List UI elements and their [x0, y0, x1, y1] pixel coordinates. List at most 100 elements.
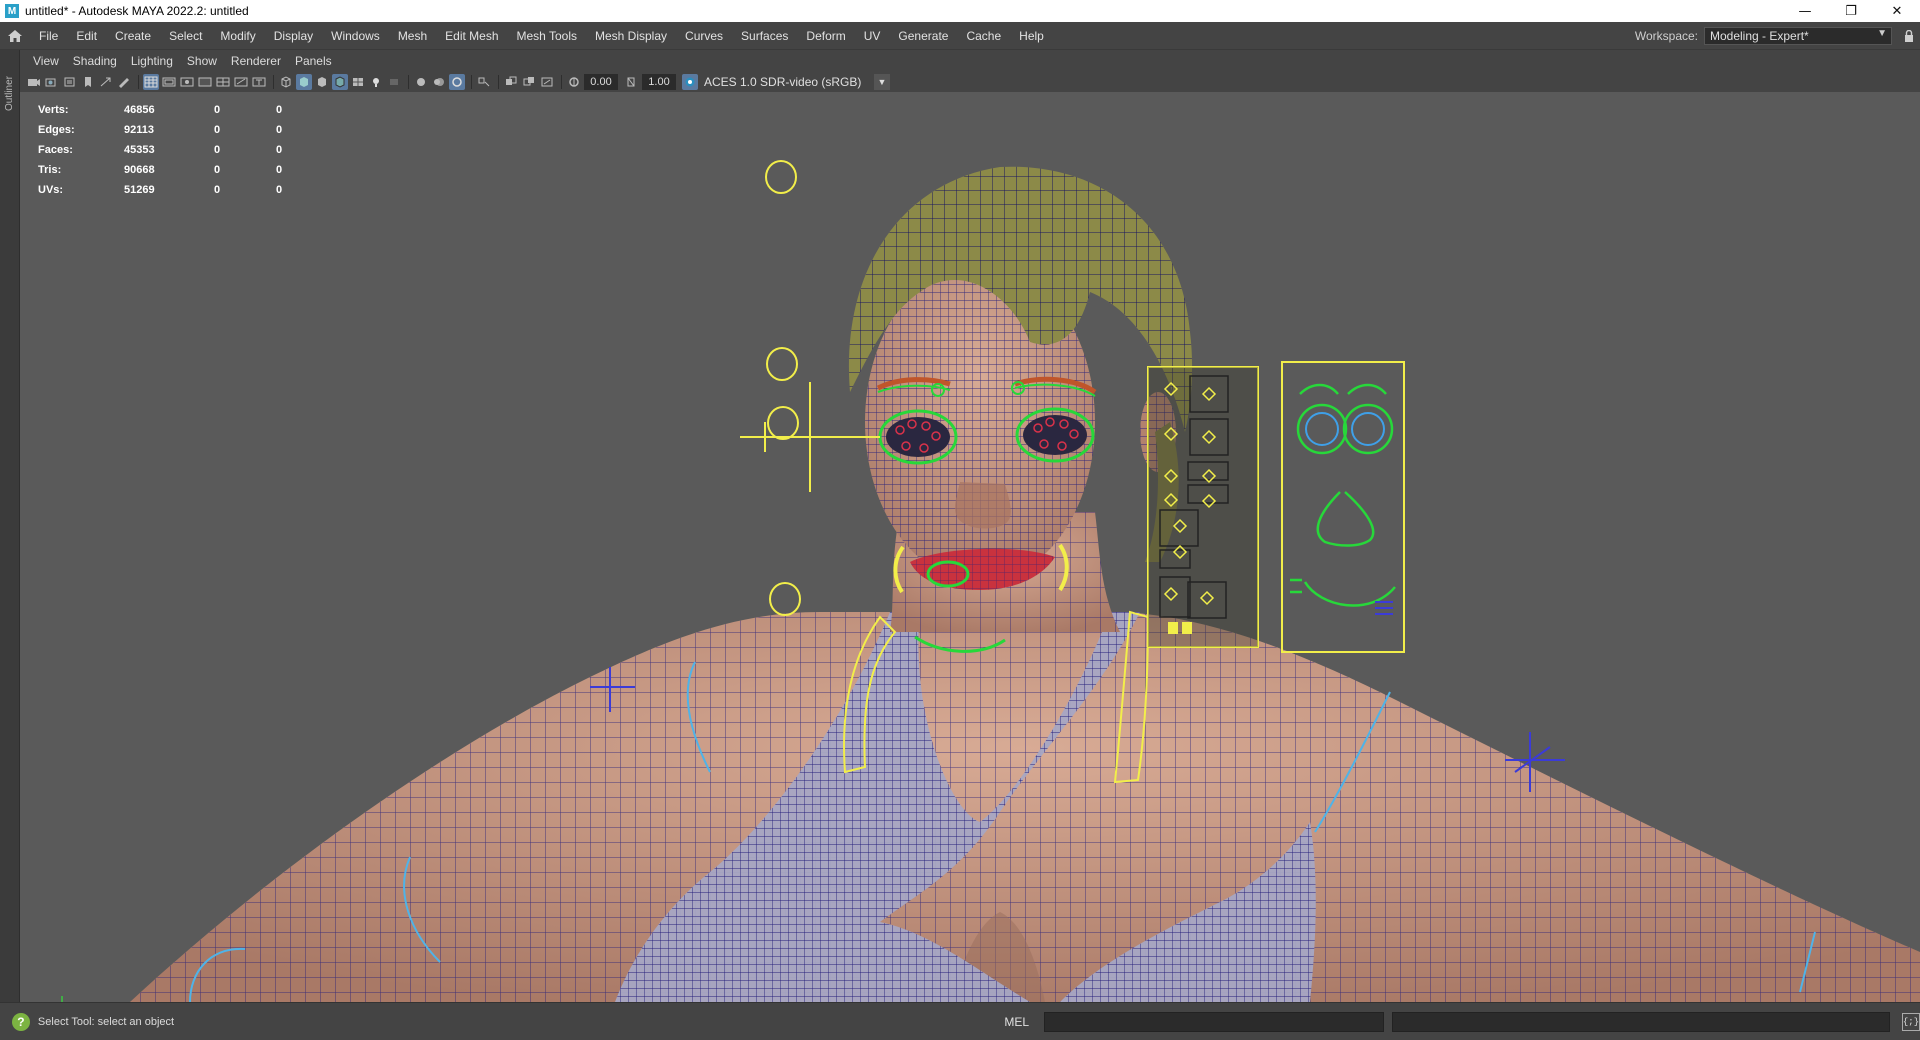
outliner-tab[interactable]: Outliner: [2, 58, 16, 128]
default-material-icon[interactable]: [314, 74, 330, 90]
safe-title-icon[interactable]: [251, 74, 267, 90]
poly-count-hud: Verts: 46856 0 0 Edges: 92113 0 0 Faces:…: [38, 100, 316, 200]
restore-button[interactable]: ❐: [1828, 0, 1874, 22]
gamma-icon[interactable]: [624, 74, 640, 90]
hud-value: 0: [276, 184, 283, 196]
menu-help[interactable]: Help: [1010, 29, 1053, 43]
menu-windows[interactable]: Windows: [322, 29, 389, 43]
smooth-shade-icon[interactable]: [296, 74, 312, 90]
menu-deform[interactable]: Deform: [797, 29, 854, 43]
menu-mesh-tools[interactable]: Mesh Tools: [508, 29, 586, 43]
panel-menu-shading[interactable]: Shading: [66, 54, 124, 68]
menu-edit[interactable]: Edit: [67, 29, 106, 43]
safe-action-icon[interactable]: [233, 74, 249, 90]
menu-mesh-display[interactable]: Mesh Display: [586, 29, 676, 43]
help-icon[interactable]: ?: [12, 1012, 30, 1031]
panel-menu-show[interactable]: Show: [180, 54, 224, 68]
hud-label: Tris:: [38, 164, 62, 176]
hud-row-verts: Verts: 46856 0 0: [38, 100, 316, 120]
wireframe-on-shaded-icon[interactable]: [332, 74, 348, 90]
panel-menu-renderer[interactable]: Renderer: [224, 54, 288, 68]
workspace-selector: Workspace: Modeling - Expert* ▼: [1635, 22, 1920, 50]
panel-menu-bar: View Shading Lighting Show Renderer Pane…: [20, 50, 1920, 72]
menu-uv[interactable]: UV: [855, 29, 890, 43]
bookmarks-icon[interactable]: [62, 74, 78, 90]
hud-label: Faces:: [38, 144, 73, 156]
nose-mesh: [955, 482, 1011, 529]
home-icon[interactable]: [0, 22, 30, 50]
help-line: ? Select Tool: select an object MEL {;}: [0, 1002, 1920, 1040]
use-all-lights-icon[interactable]: [368, 74, 384, 90]
textured-icon[interactable]: [350, 74, 366, 90]
body-mesh[interactable]: [130, 612, 1920, 1002]
menu-mesh[interactable]: Mesh: [389, 29, 436, 43]
menu-select[interactable]: Select: [160, 29, 211, 43]
field-chart-icon[interactable]: [215, 74, 231, 90]
face-control-panel-right[interactable]: [1281, 361, 1405, 653]
menu-cache[interactable]: Cache: [957, 29, 1010, 43]
hud-value: 0: [214, 124, 221, 136]
toolbar-separator: [138, 75, 139, 89]
xray-active-components-icon[interactable]: [521, 74, 537, 90]
exposure-field[interactable]: 0.00: [584, 74, 618, 90]
help-line-text: Select Tool: select an object: [37, 1015, 175, 1028]
resolution-gate-icon[interactable]: [179, 74, 195, 90]
hud-row-faces: Faces: 45353 0 0: [38, 140, 316, 160]
maya-app-icon: M: [5, 4, 19, 18]
chevron-down-icon: ▼: [874, 74, 890, 90]
workspace-value: Modeling - Expert*: [1710, 29, 1809, 43]
workspace-label: Workspace:: [1634, 29, 1698, 43]
menu-edit-mesh[interactable]: Edit Mesh: [436, 29, 507, 43]
xray-joints-icon[interactable]: [539, 74, 555, 90]
film-gate-icon[interactable]: [161, 74, 177, 90]
view-transform-dropdown[interactable]: ACES 1.0 SDR-video (sRGB) ▼: [700, 74, 890, 90]
menu-generate[interactable]: Generate: [889, 29, 957, 43]
panel-toolbar: 0.00 1.00 ACES 1.0 SDR-video (sRGB) ▼: [20, 72, 1920, 92]
color-management-icon[interactable]: [682, 74, 698, 90]
hud-value: 0: [276, 164, 283, 176]
anti-aliasing-icon[interactable]: [449, 74, 465, 90]
toolbar-separator: [273, 75, 274, 89]
select-camera-icon[interactable]: [26, 74, 42, 90]
fk-circle-controls[interactable]: [740, 160, 880, 616]
grid-icon[interactable]: [143, 74, 159, 90]
panel-menu-panels[interactable]: Panels: [288, 54, 339, 68]
workspace-dropdown[interactable]: Modeling - Expert* ▼: [1704, 27, 1892, 45]
menu-modify[interactable]: Modify: [211, 29, 264, 43]
model-panel: View Shading Lighting Show Renderer Pane…: [20, 50, 1920, 1002]
command-language-toggle[interactable]: MEL: [994, 1015, 1040, 1029]
wireframe-icon[interactable]: [278, 74, 294, 90]
panel-menu-lighting[interactable]: Lighting: [124, 54, 180, 68]
hud-row-tris: Tris: 90668 0 0: [38, 160, 316, 180]
motion-blur-icon[interactable]: [431, 74, 447, 90]
face-control-panel-left[interactable]: [1147, 366, 1259, 648]
close-button[interactable]: ✕: [1874, 0, 1920, 22]
menu-create[interactable]: Create: [106, 29, 160, 43]
camera-attributes-icon[interactable]: [44, 74, 60, 90]
xray-icon[interactable]: [503, 74, 519, 90]
lock-icon[interactable]: [1898, 27, 1920, 45]
hud-value: 0: [276, 144, 283, 156]
isolate-select-icon[interactable]: [476, 74, 492, 90]
hud-label: UVs:: [38, 184, 64, 196]
menu-file[interactable]: File: [30, 29, 67, 43]
command-line-input[interactable]: [1043, 1011, 1385, 1032]
script-editor-icon[interactable]: {;}: [1902, 1012, 1920, 1031]
command-result-field: [1392, 1011, 1890, 1032]
hud-value: 0: [214, 164, 221, 176]
viewport-persp[interactable]: Verts: 46856 0 0 Edges: 92113 0 0 Faces:…: [20, 92, 1920, 1002]
panel-menu-view[interactable]: View: [26, 54, 66, 68]
image-plane-icon[interactable]: [80, 74, 96, 90]
menu-surfaces[interactable]: Surfaces: [732, 29, 797, 43]
menu-display[interactable]: Display: [265, 29, 322, 43]
minimize-button[interactable]: —: [1782, 0, 1828, 22]
grease-pencil-icon[interactable]: [116, 74, 132, 90]
hud-value: 46856: [124, 104, 155, 116]
gamma-field[interactable]: 1.00: [642, 74, 676, 90]
menu-curves[interactable]: Curves: [676, 29, 732, 43]
two-d-pan-zoom-icon[interactable]: [98, 74, 114, 90]
exposure-icon[interactable]: [566, 74, 582, 90]
gate-mask-icon[interactable]: [197, 74, 213, 90]
screen-space-ao-icon[interactable]: [413, 74, 429, 90]
shadows-icon[interactable]: [386, 74, 402, 90]
